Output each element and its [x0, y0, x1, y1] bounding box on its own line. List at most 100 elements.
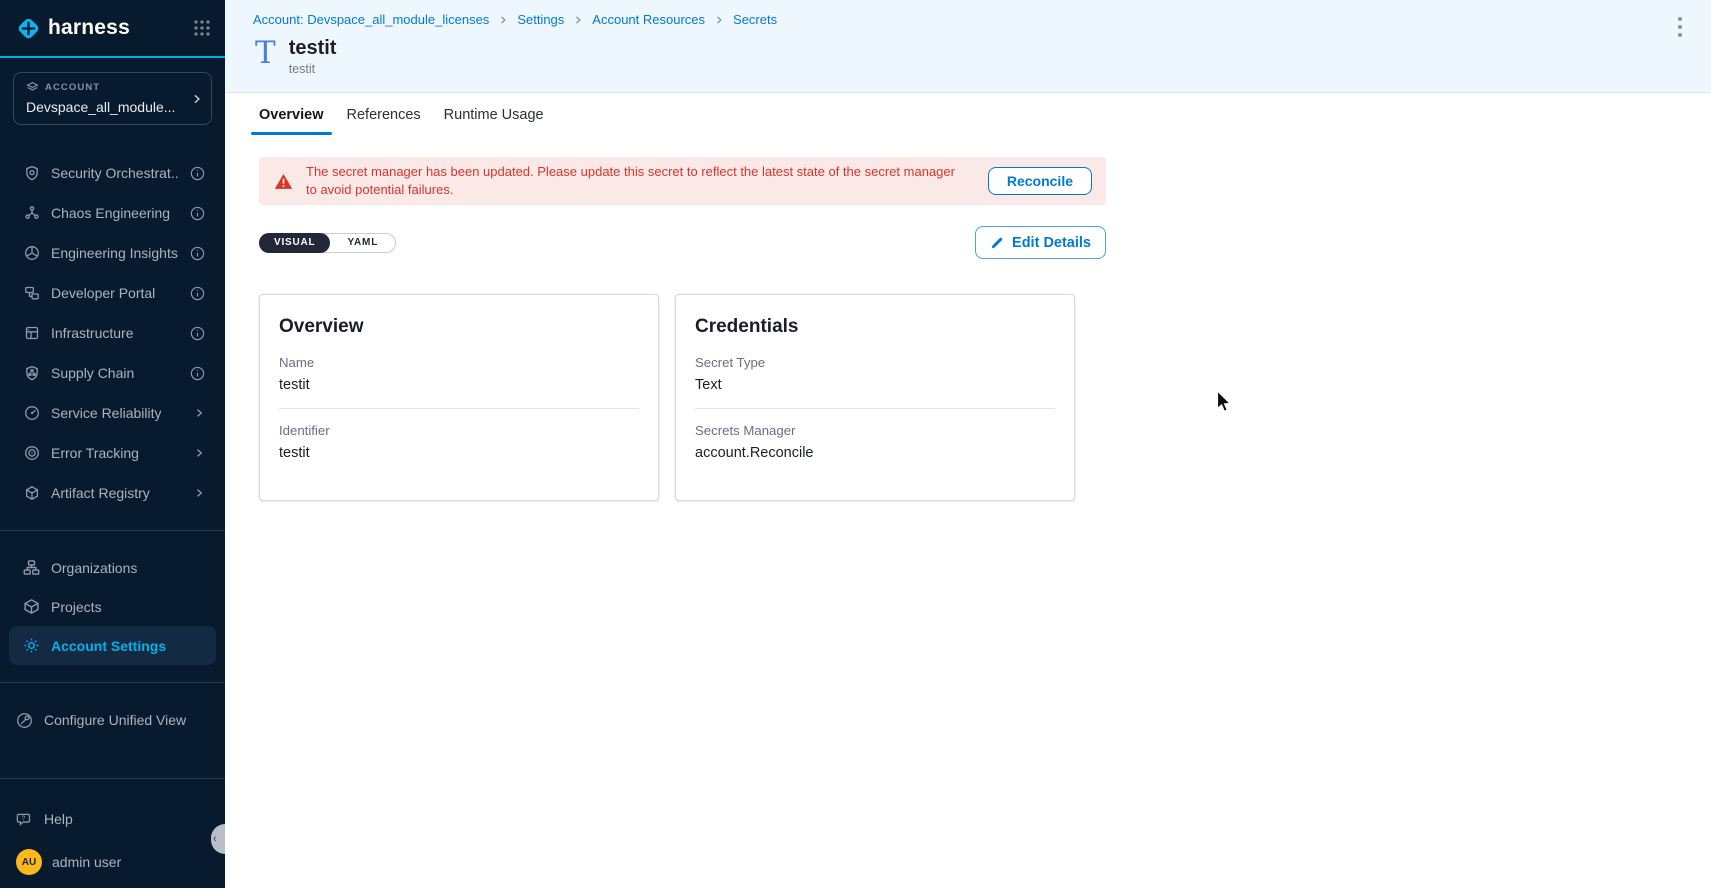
portal-icon — [24, 285, 40, 301]
credentials-card: Credentials Secret Type Text Secrets Man… — [675, 294, 1075, 501]
page-title: testit — [289, 37, 337, 59]
field-value: account.Reconcile — [695, 445, 1055, 461]
cube-icon — [23, 598, 40, 615]
chaos-icon — [24, 205, 40, 221]
card-title: Overview — [279, 316, 639, 338]
chevron-right-icon — [498, 15, 508, 25]
sidebar-item-error-tracking[interactable]: Error Tracking — [0, 433, 225, 473]
sidebar-item-engineering-insights[interactable]: Engineering Insights — [0, 233, 225, 273]
divider — [279, 408, 639, 409]
divider — [0, 530, 225, 531]
sidebar-item-configure-unified-view[interactable]: Configure Unified View — [0, 700, 225, 740]
sidebar-item-organizations[interactable]: Organizations — [9, 548, 216, 587]
visual-yaml-toggle: VISUAL YAML — [259, 233, 396, 253]
field-label: Secret Type — [695, 355, 1055, 370]
chevron-right-icon — [190, 92, 203, 105]
infrastructure-icon — [24, 325, 40, 341]
toggle-yaml[interactable]: YAML — [330, 234, 395, 252]
info-icon[interactable] — [190, 246, 205, 261]
field-value: testit — [279, 377, 639, 393]
user-menu[interactable]: AU admin user — [0, 842, 225, 888]
reconcile-warning-banner: The secret manager has been updated. Ple… — [259, 157, 1106, 205]
avatar: AU — [16, 849, 42, 875]
target-icon — [24, 445, 40, 461]
package-icon — [24, 485, 40, 501]
breadcrumb-account-link[interactable]: Account: Devspace_all_module_licenses — [253, 12, 489, 27]
help-chat-icon: ? — [16, 811, 33, 828]
shield-icon — [24, 165, 40, 181]
sidebar-item-chaos-engineering[interactable]: Chaos Engineering — [0, 193, 225, 233]
info-icon[interactable] — [190, 166, 205, 181]
chevron-right-icon — [193, 487, 205, 499]
tab-bar: Overview References Runtime Usage — [225, 93, 1711, 135]
edit-details-button[interactable]: Edit Details — [975, 226, 1106, 259]
supply-chain-icon — [24, 365, 40, 381]
sidebar-item-developer-portal[interactable]: Developer Portal — [0, 273, 225, 313]
account-selector[interactable]: ACCOUNT Devspace_all_module... — [13, 72, 212, 125]
logo-wordmark[interactable]: harness — [48, 16, 130, 40]
tab-runtime-usage[interactable]: Runtime Usage — [444, 107, 544, 135]
chevron-right-icon — [193, 447, 205, 459]
warning-triangle-icon — [274, 173, 293, 190]
tab-references[interactable]: References — [347, 107, 421, 135]
app-grid-icon[interactable] — [193, 19, 211, 37]
sidebar-item-account-settings[interactable]: Account Settings — [9, 626, 216, 665]
account-label: ACCOUNT — [45, 82, 100, 93]
breadcrumb-secrets-link[interactable]: Secrets — [733, 12, 777, 27]
sidebar-item-projects[interactable]: Projects — [9, 587, 216, 626]
module-list: Security Orchestrat... Chaos Engineering… — [0, 153, 225, 513]
harness-logo-icon[interactable] — [15, 15, 42, 42]
kebab-menu-icon[interactable] — [1674, 13, 1686, 41]
info-icon[interactable] — [190, 206, 205, 221]
logo-row: harness — [0, 0, 225, 58]
insights-icon — [24, 245, 40, 261]
reconcile-button[interactable]: Reconcile — [988, 167, 1092, 195]
pencil-icon — [990, 236, 1004, 250]
sidebar-item-artifact-registry[interactable]: Artifact Registry — [0, 473, 225, 513]
warning-message: The secret manager has been updated. Ple… — [306, 163, 961, 198]
divider — [0, 778, 225, 779]
chevron-right-icon — [193, 407, 205, 419]
chevron-right-icon — [714, 15, 724, 25]
sidebar-footer: ? Help AU admin user — [0, 761, 225, 888]
field-label: Name — [279, 355, 639, 370]
title-row: T testit testit — [255, 37, 336, 76]
overview-card: Overview Name testit Identifier testit — [259, 294, 659, 501]
page-header: Account: Devspace_all_module_licenses Se… — [225, 0, 1711, 93]
breadcrumb-account-resources-link[interactable]: Account Resources — [592, 12, 705, 27]
field-label: Secrets Manager — [695, 423, 1055, 438]
detail-cards: Overview Name testit Identifier testit C… — [259, 294, 1711, 501]
field-value: Text — [695, 377, 1055, 393]
svg-text:?: ? — [22, 815, 26, 822]
info-icon[interactable] — [190, 366, 205, 381]
layers-icon — [26, 81, 39, 94]
secret-type-text-icon: T — [255, 38, 276, 69]
info-icon[interactable] — [190, 286, 205, 301]
sidebar-item-help[interactable]: ? Help — [0, 796, 225, 842]
main-content: Account: Devspace_all_module_licenses Se… — [225, 0, 1711, 888]
breadcrumb: Account: Devspace_all_module_licenses Se… — [253, 12, 777, 27]
chevron-right-icon — [573, 15, 583, 25]
gauge-icon — [24, 405, 40, 421]
card-title: Credentials — [695, 316, 1055, 338]
account-name: Devspace_all_module... — [26, 99, 187, 115]
toolbar: VISUAL YAML Edit Details — [259, 226, 1106, 259]
divider — [0, 682, 225, 683]
tab-overview[interactable]: Overview — [259, 107, 324, 135]
sidebar: harness ACCOUNT Devspace_all_module... S… — [0, 0, 225, 888]
sidebar-item-supply-chain[interactable]: Supply Chain — [0, 353, 225, 393]
divider — [695, 408, 1055, 409]
gear-icon — [23, 637, 40, 654]
sidebar-item-infrastructure[interactable]: Infrastructure — [0, 313, 225, 353]
sidebar-item-security-orchestration[interactable]: Security Orchestrat... — [0, 153, 225, 193]
info-icon[interactable] — [190, 326, 205, 341]
page-subtitle: testit — [289, 62, 337, 76]
sidebar-item-service-reliability[interactable]: Service Reliability — [0, 393, 225, 433]
toggle-visual[interactable]: VISUAL — [259, 233, 330, 253]
wrench-circle-icon — [16, 712, 33, 729]
field-label: Identifier — [279, 423, 639, 438]
user-name: admin user — [52, 854, 121, 870]
tab-content: The secret manager has been updated. Ple… — [225, 135, 1711, 501]
org-chart-icon — [23, 559, 40, 576]
breadcrumb-settings-link[interactable]: Settings — [517, 12, 564, 27]
